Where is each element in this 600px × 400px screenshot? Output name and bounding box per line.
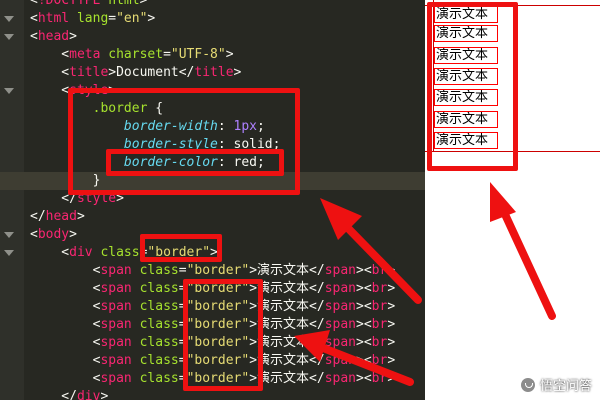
- arrow-to-css-rule: [320, 198, 422, 304]
- arrow-to-span-class: [294, 330, 414, 386]
- annotation-arrows: [294, 182, 556, 386]
- watermark: 悟空问答: [519, 375, 592, 394]
- chat-bubble-icon: [519, 376, 536, 393]
- arrow-to-preview: [490, 182, 556, 320]
- watermark-text: 悟空问答: [539, 379, 592, 394]
